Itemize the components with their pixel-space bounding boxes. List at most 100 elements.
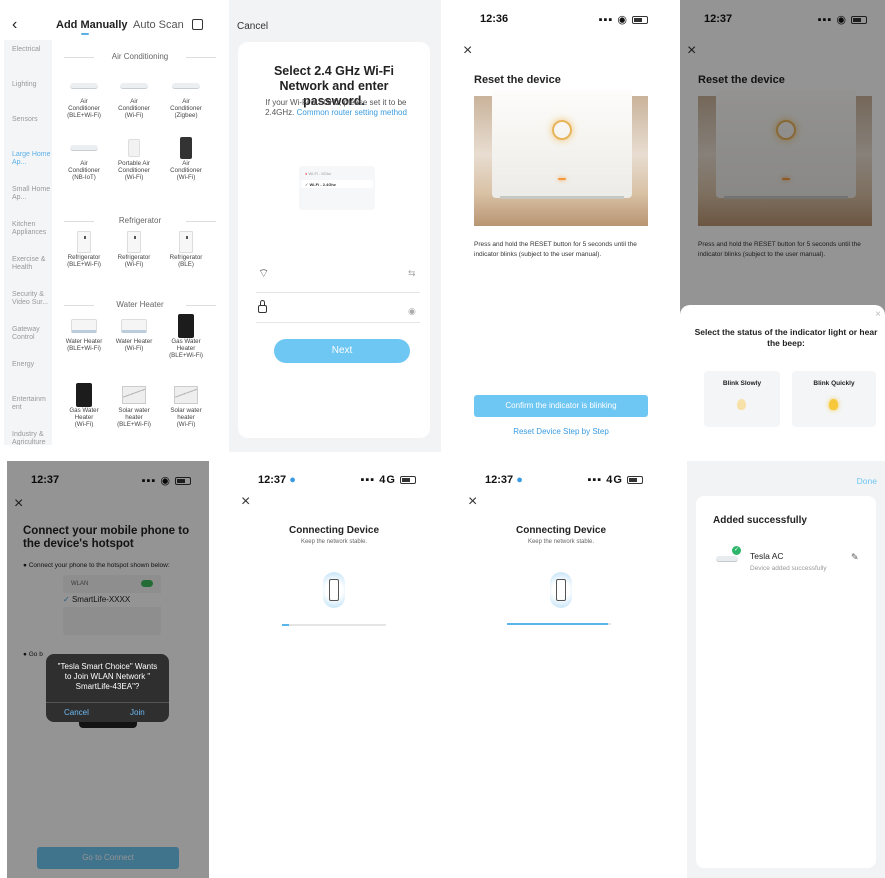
fridge-icon	[77, 231, 91, 253]
router-setting-link[interactable]: Common router setting method	[297, 108, 407, 117]
device-type-item[interactable]: Air Conditioner (NB-IoT)	[60, 140, 108, 181]
category-item[interactable]: Industry & Agriculture	[4, 425, 52, 445]
close-icon[interactable]: ×	[463, 42, 472, 60]
device-type-label: (BLE)	[178, 261, 194, 268]
device-type-icon	[119, 386, 149, 404]
category-item[interactable]: Entertainm ent	[4, 390, 52, 425]
device-type-icon	[171, 386, 201, 404]
device-type-item[interactable]: Water Heater (Wi-Fi)	[110, 318, 158, 352]
blink-quickly-option[interactable]: Blink Quickly	[792, 371, 876, 427]
reset-device-screen: 12:36 ▪▪▪ ◉ × Reset the device Press and …	[456, 0, 666, 452]
alert-join-button[interactable]: Join	[130, 708, 145, 717]
gw-icon	[76, 383, 92, 407]
device-type-item[interactable]: Solar water heater (Wi-Fi)	[162, 386, 210, 428]
next-button[interactable]: Next	[274, 339, 410, 363]
device-type-item[interactable]: Solar water heater (BLE+Wi-Fi)	[110, 386, 158, 428]
status-bar: 12:37 ● ▪▪▪ 4G	[234, 461, 434, 491]
added-title: Added successfully	[713, 515, 807, 526]
close-icon[interactable]: ×	[241, 493, 250, 511]
progress-fill	[507, 623, 608, 625]
battery-icon	[632, 16, 648, 25]
scan-icon[interactable]	[192, 19, 203, 30]
battery-icon	[400, 476, 416, 485]
device-type-label: Refrigerator	[169, 254, 203, 261]
alert-cancel-button[interactable]: Cancel	[64, 708, 89, 717]
connecting-sub: Keep the network stable.	[300, 539, 368, 545]
wifi-row-5ghz: Wi-Fi - 5Ghz	[308, 171, 331, 176]
ac-icon	[70, 145, 98, 151]
eye-icon[interactable]: ◉	[408, 306, 416, 317]
device-name: Tesla AC	[750, 551, 784, 561]
tab-auto-scan[interactable]: Auto Scan	[133, 19, 184, 31]
alert-message: "Tesla Smart Choice" Wants to Join WLAN …	[57, 662, 158, 691]
device-type-item[interactable]: Refrigerator (BLE)	[162, 231, 210, 268]
connecting-screen-start: 12:37 ● ▪▪▪ 4G × Connecting Device Keep t…	[234, 461, 434, 878]
connect-progress	[507, 623, 611, 625]
confirm-blinking-button[interactable]: Confirm the indicator is blinking	[474, 395, 648, 417]
wifi-row-24ghz: Wi-Fi - 2.4Ghz	[309, 182, 336, 187]
hotspot-screen: 12:37 ▪▪▪ ◉ × Connect your mobile phone t…	[7, 461, 209, 878]
category-item[interactable]: Large Home Ap...	[4, 145, 52, 180]
done-button[interactable]: Done	[857, 476, 877, 486]
password-divider	[256, 322, 420, 323]
category-item[interactable]: Small Home Ap...	[4, 180, 52, 215]
device-type-icon	[119, 139, 149, 157]
wifi-icon: ⌔	[258, 266, 270, 280]
device-type-item[interactable]: Refrigerator (BLE+Wi-Fi)	[60, 231, 108, 268]
status-time: 12:36	[480, 13, 509, 25]
device-type-item[interactable]: Air Conditioner (Wi-Fi)	[110, 78, 158, 119]
phone-icon	[180, 137, 192, 159]
status-icons: ▪▪▪ ◉	[599, 13, 648, 26]
device-type-item[interactable]: Water Heater (BLE+Wi-Fi)	[60, 318, 108, 352]
device-type-label: Water Heater	[115, 338, 153, 345]
bottom-sheet: × Select the status of the indicator lig…	[680, 305, 885, 452]
blink-slowly-option[interactable]: Blink Slowly	[704, 371, 780, 427]
device-type-icon	[119, 78, 149, 94]
device-animation	[323, 572, 345, 608]
switch-wifi-icon[interactable]: ⇆	[408, 268, 416, 279]
wh-icon	[71, 319, 97, 333]
connecting-sub: Keep the network stable.	[527, 539, 595, 545]
category-item[interactable]: Sensors	[4, 110, 52, 145]
device-type-label: Water Heater	[65, 338, 103, 345]
connecting-title: Connecting Device	[288, 525, 380, 536]
category-item[interactable]: Energy	[4, 355, 52, 390]
time-text: 12:37	[485, 474, 514, 486]
device-type-label: Air	[182, 98, 190, 105]
reset-step-link[interactable]: Reset Device Step by Step	[474, 427, 648, 436]
category-item[interactable]: Exercise & Health	[4, 250, 52, 285]
device-type-item[interactable]: Gas Water Heater (Wi-Fi)	[60, 383, 108, 428]
tab-add-manually[interactable]: Add Manually	[56, 19, 128, 31]
device-type-label: (Zigbee)	[174, 112, 198, 119]
device-type-item[interactable]: Air Conditioner (Wi-Fi)	[162, 137, 210, 181]
category-item[interactable]: Electrical	[4, 40, 52, 75]
password-input[interactable]	[276, 302, 396, 316]
indicator-led	[558, 178, 566, 180]
category-item[interactable]: Security & Video Sur...	[4, 285, 52, 320]
close-icon[interactable]: ×	[468, 493, 477, 511]
success-check-icon: ✓	[732, 546, 741, 555]
back-icon[interactable]: ‹	[12, 16, 17, 34]
device-foot	[500, 196, 624, 199]
blink-slowly-label: Blink Slowly	[722, 380, 762, 387]
category-item[interactable]: Gateway Control	[4, 320, 52, 355]
device-type-item[interactable]: Portable Air Conditioner (Wi-Fi)	[110, 139, 158, 181]
device-type-icon	[171, 78, 201, 94]
device-type-item[interactable]: Air Conditioner (Zigbee)	[162, 78, 210, 119]
device-type-label: Conditioner	[118, 167, 150, 174]
device-type-label: Air	[80, 98, 88, 105]
cancel-link[interactable]: Cancel	[237, 21, 268, 32]
category-item[interactable]: Lighting	[4, 75, 52, 110]
group-water-heater: Water Heater	[60, 300, 220, 309]
status-bar: 12:37 ● ▪▪▪ 4G	[461, 461, 661, 491]
device-type-item[interactable]: Gas Water Heater (BLE+Wi-Fi)	[162, 314, 210, 359]
sheet-close-icon[interactable]: ×	[875, 309, 881, 320]
category-item[interactable]: Kitchen Appliances	[4, 215, 52, 250]
status-icons: ▪▪▪ 4G	[587, 474, 643, 486]
edit-icon[interactable]: ✎	[851, 552, 859, 563]
device-animation	[550, 572, 572, 608]
device-type-item[interactable]: Refrigerator (Wi-Fi)	[110, 231, 158, 268]
device-type-item[interactable]: Air Conditioner (BLE+Wi-Fi)	[60, 78, 108, 119]
device-type-icon	[171, 314, 201, 338]
alert-divider	[46, 702, 169, 703]
